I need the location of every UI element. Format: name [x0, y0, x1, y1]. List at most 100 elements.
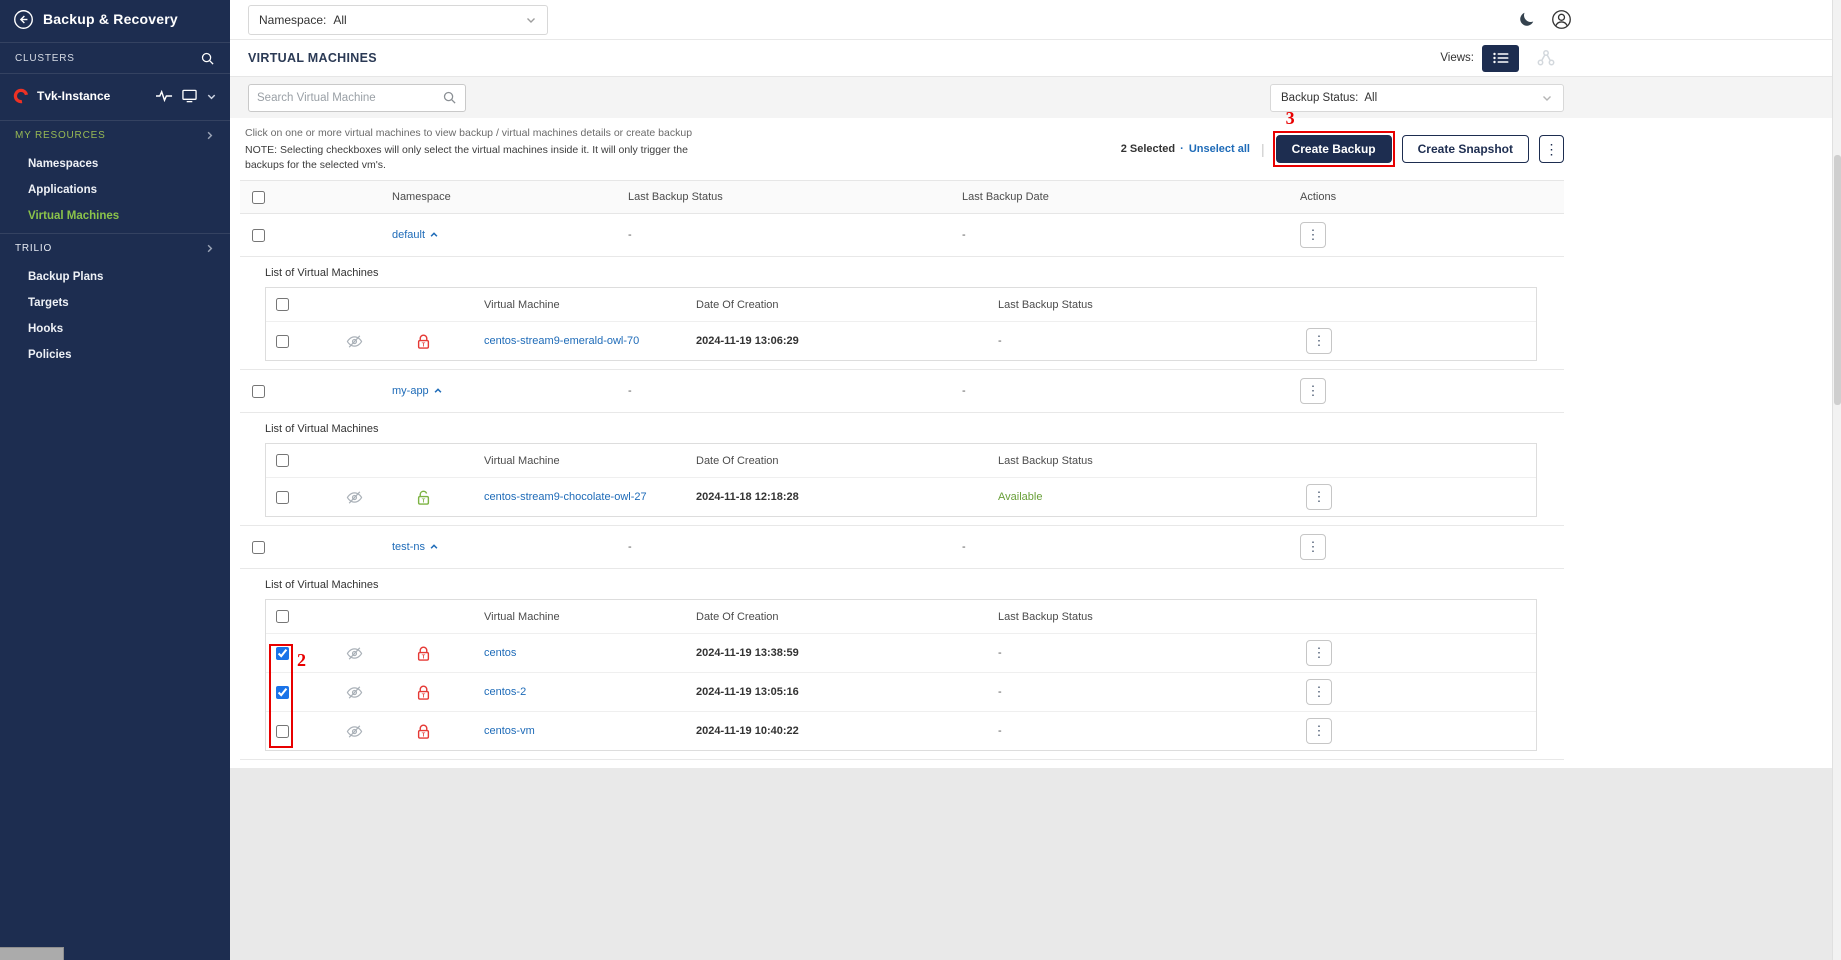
group-last-backup-date: -	[950, 229, 1288, 241]
namespace-checkbox[interactable]	[252, 541, 265, 554]
dark-mode-icon[interactable]	[1517, 10, 1536, 29]
svg-text:T: T	[422, 498, 426, 504]
activity-icon[interactable]	[156, 90, 173, 102]
sidebar-header: Backup & Recovery	[0, 0, 230, 38]
namespace-link[interactable]: my-app	[392, 385, 429, 397]
search-icon[interactable]	[442, 90, 457, 105]
views-toggle: Views:	[1440, 45, 1564, 72]
group-actions-button[interactable]: ⋮	[1300, 222, 1326, 248]
vm-checkbox[interactable]	[276, 335, 289, 348]
vm-actions-button[interactable]: ⋮	[1306, 328, 1332, 354]
select-all-checkbox[interactable]	[252, 191, 265, 204]
sidebar-item-namespaces[interactable]: Namespaces	[0, 151, 230, 177]
sidebar-item-targets[interactable]: Targets	[0, 290, 230, 316]
create-backup-button[interactable]: Create Backup	[1276, 135, 1392, 163]
scrollbar-thumb[interactable]	[1834, 155, 1841, 405]
instance-name: Tvk-Instance	[37, 89, 110, 103]
views-label: Views:	[1440, 52, 1474, 64]
sub-header-last-backup-status: Last Backup Status	[988, 455, 1296, 467]
sub-header-virtual-machine: Virtual Machine	[474, 299, 686, 311]
search-input[interactable]	[257, 92, 442, 104]
vm-date-of-creation: 2024-11-18 12:18:28	[686, 491, 988, 503]
vm-row: Tcentos2024-11-19 13:38:59-⋮	[266, 633, 1536, 672]
vm-last-backup-status: -	[988, 725, 1296, 737]
sidebar-item-applications[interactable]: Applications	[0, 177, 230, 203]
vm-actions-button[interactable]: ⋮	[1306, 679, 1332, 705]
trilio-items: Backup Plans Targets Hooks Policies	[0, 262, 230, 372]
visibility-off-icon	[346, 723, 363, 740]
vm-name-link[interactable]: centos	[484, 647, 516, 659]
vm-actions-button[interactable]: ⋮	[1306, 640, 1332, 666]
sidebar-item-hooks[interactable]: Hooks	[0, 316, 230, 342]
group-actions-button[interactable]: ⋮	[1300, 378, 1326, 404]
collapse-chevron-icon[interactable]	[429, 230, 439, 240]
user-icon[interactable]	[1551, 9, 1572, 30]
vm-row: Tcentos-vm 2024-11-19 10:40:22-⋮	[266, 711, 1536, 750]
app-window: Backup & Recovery CLUSTERS Tvk-Instance	[0, 0, 1841, 960]
vm-name-link[interactable]: centos-2	[484, 686, 526, 698]
vm-row: Tcentos-stream9-emerald-owl-702024-11-19…	[266, 321, 1536, 360]
vm-name-link[interactable]: centos-vm	[484, 725, 535, 737]
sub-select-all-checkbox[interactable]	[276, 454, 289, 467]
vm-sub-section: List of Virtual Machines Virtual MachineD…	[240, 569, 1564, 760]
namespace-checkbox[interactable]	[252, 229, 265, 242]
vm-actions-button[interactable]: ⋮	[1306, 718, 1332, 744]
group-actions-button[interactable]: ⋮	[1300, 534, 1326, 560]
clusters-bar: CLUSTERS	[0, 42, 230, 74]
vm-date-of-creation: 2024-11-19 10:40:22	[686, 725, 988, 737]
back-icon[interactable]	[13, 9, 34, 30]
selection-actions: 2 Selected · Unselect all | 3 Create Bac…	[1121, 127, 1564, 163]
vm-checkbox[interactable]	[276, 491, 289, 504]
chevron-right-icon	[204, 243, 215, 254]
sub-select-all-checkbox[interactable]	[276, 298, 289, 311]
collapse-chevron-icon[interactable]	[433, 386, 443, 396]
create-snapshot-button[interactable]: Create Snapshot	[1402, 135, 1529, 163]
namespace-dropdown[interactable]: Namespace: All	[248, 5, 548, 35]
namespace-dropdown-value: All	[333, 13, 346, 27]
namespace-link[interactable]: test-ns	[392, 541, 425, 553]
topology-view-button[interactable]	[1527, 45, 1564, 72]
toolbar-kebab-button[interactable]: ⋮	[1539, 135, 1564, 163]
sidebar-section-my-resources[interactable]: MY RESOURCES	[0, 120, 230, 149]
vm-checkbox[interactable]	[276, 647, 289, 660]
group-last-backup-date: -	[950, 541, 1288, 553]
vm-actions-button[interactable]: ⋮	[1306, 484, 1332, 510]
col-header-last-backup-status: Last Backup Status	[616, 191, 950, 203]
unselect-all-link[interactable]: Unselect all	[1189, 143, 1250, 155]
collapse-chevron-icon[interactable]	[429, 542, 439, 552]
col-header-last-backup-date: Last Backup Date	[950, 191, 1288, 203]
list-view-button[interactable]	[1482, 45, 1519, 72]
cluster-search-icon[interactable]	[200, 51, 215, 66]
vm-row: Tcentos-22024-11-19 13:05:16-⋮	[266, 672, 1536, 711]
sub-table-header-row: Virtual MachineDate Of CreationLast Back…	[266, 600, 1536, 633]
console-icon[interactable]	[182, 89, 197, 103]
vm-checkbox[interactable]	[276, 686, 289, 699]
namespace-checkbox[interactable]	[252, 385, 265, 398]
sidebar-item-virtual-machines[interactable]: Virtual Machines	[0, 203, 230, 229]
backup-status-label: Backup Status:	[1281, 92, 1358, 104]
vm-sub-table: Virtual MachineDate Of CreationLast Back…	[265, 599, 1537, 751]
backup-status-value: All	[1364, 92, 1377, 104]
vm-name-link[interactable]: centos-stream9-chocolate-owl-27	[484, 491, 647, 503]
sub-select-all-checkbox[interactable]	[276, 610, 289, 623]
chevron-down-icon[interactable]	[206, 91, 217, 102]
group-last-backup-date: -	[950, 385, 1288, 397]
col-header-namespace: Namespace	[380, 191, 616, 203]
search-box	[248, 84, 466, 112]
sub-table-title: List of Virtual Machines	[265, 577, 1564, 593]
sidebar-section-trilio[interactable]: TRILIO	[0, 233, 230, 262]
vm-checkbox[interactable]	[276, 725, 289, 738]
namespace-link[interactable]: default	[392, 229, 425, 241]
vm-sub-table: Virtual MachineDate Of CreationLast Back…	[265, 443, 1537, 517]
vm-sub-section: List of Virtual MachinesVirtual MachineD…	[240, 413, 1564, 526]
scrollbar-corner-fragment	[0, 947, 64, 960]
backup-status-dropdown[interactable]: Backup Status: All	[1270, 84, 1564, 112]
sidebar-item-backup-plans[interactable]: Backup Plans	[0, 264, 230, 290]
sidebar-item-policies[interactable]: Policies	[0, 342, 230, 368]
annotation-label-3: 3	[1286, 108, 1295, 129]
table-body: default--⋮List of Virtual MachinesVirtua…	[240, 214, 1564, 760]
chevron-down-icon	[1541, 92, 1553, 104]
svg-text:T: T	[422, 732, 426, 738]
vm-name-link[interactable]: centos-stream9-emerald-owl-70	[484, 335, 639, 347]
sidebar-item-instance[interactable]: Tvk-Instance	[0, 78, 230, 114]
